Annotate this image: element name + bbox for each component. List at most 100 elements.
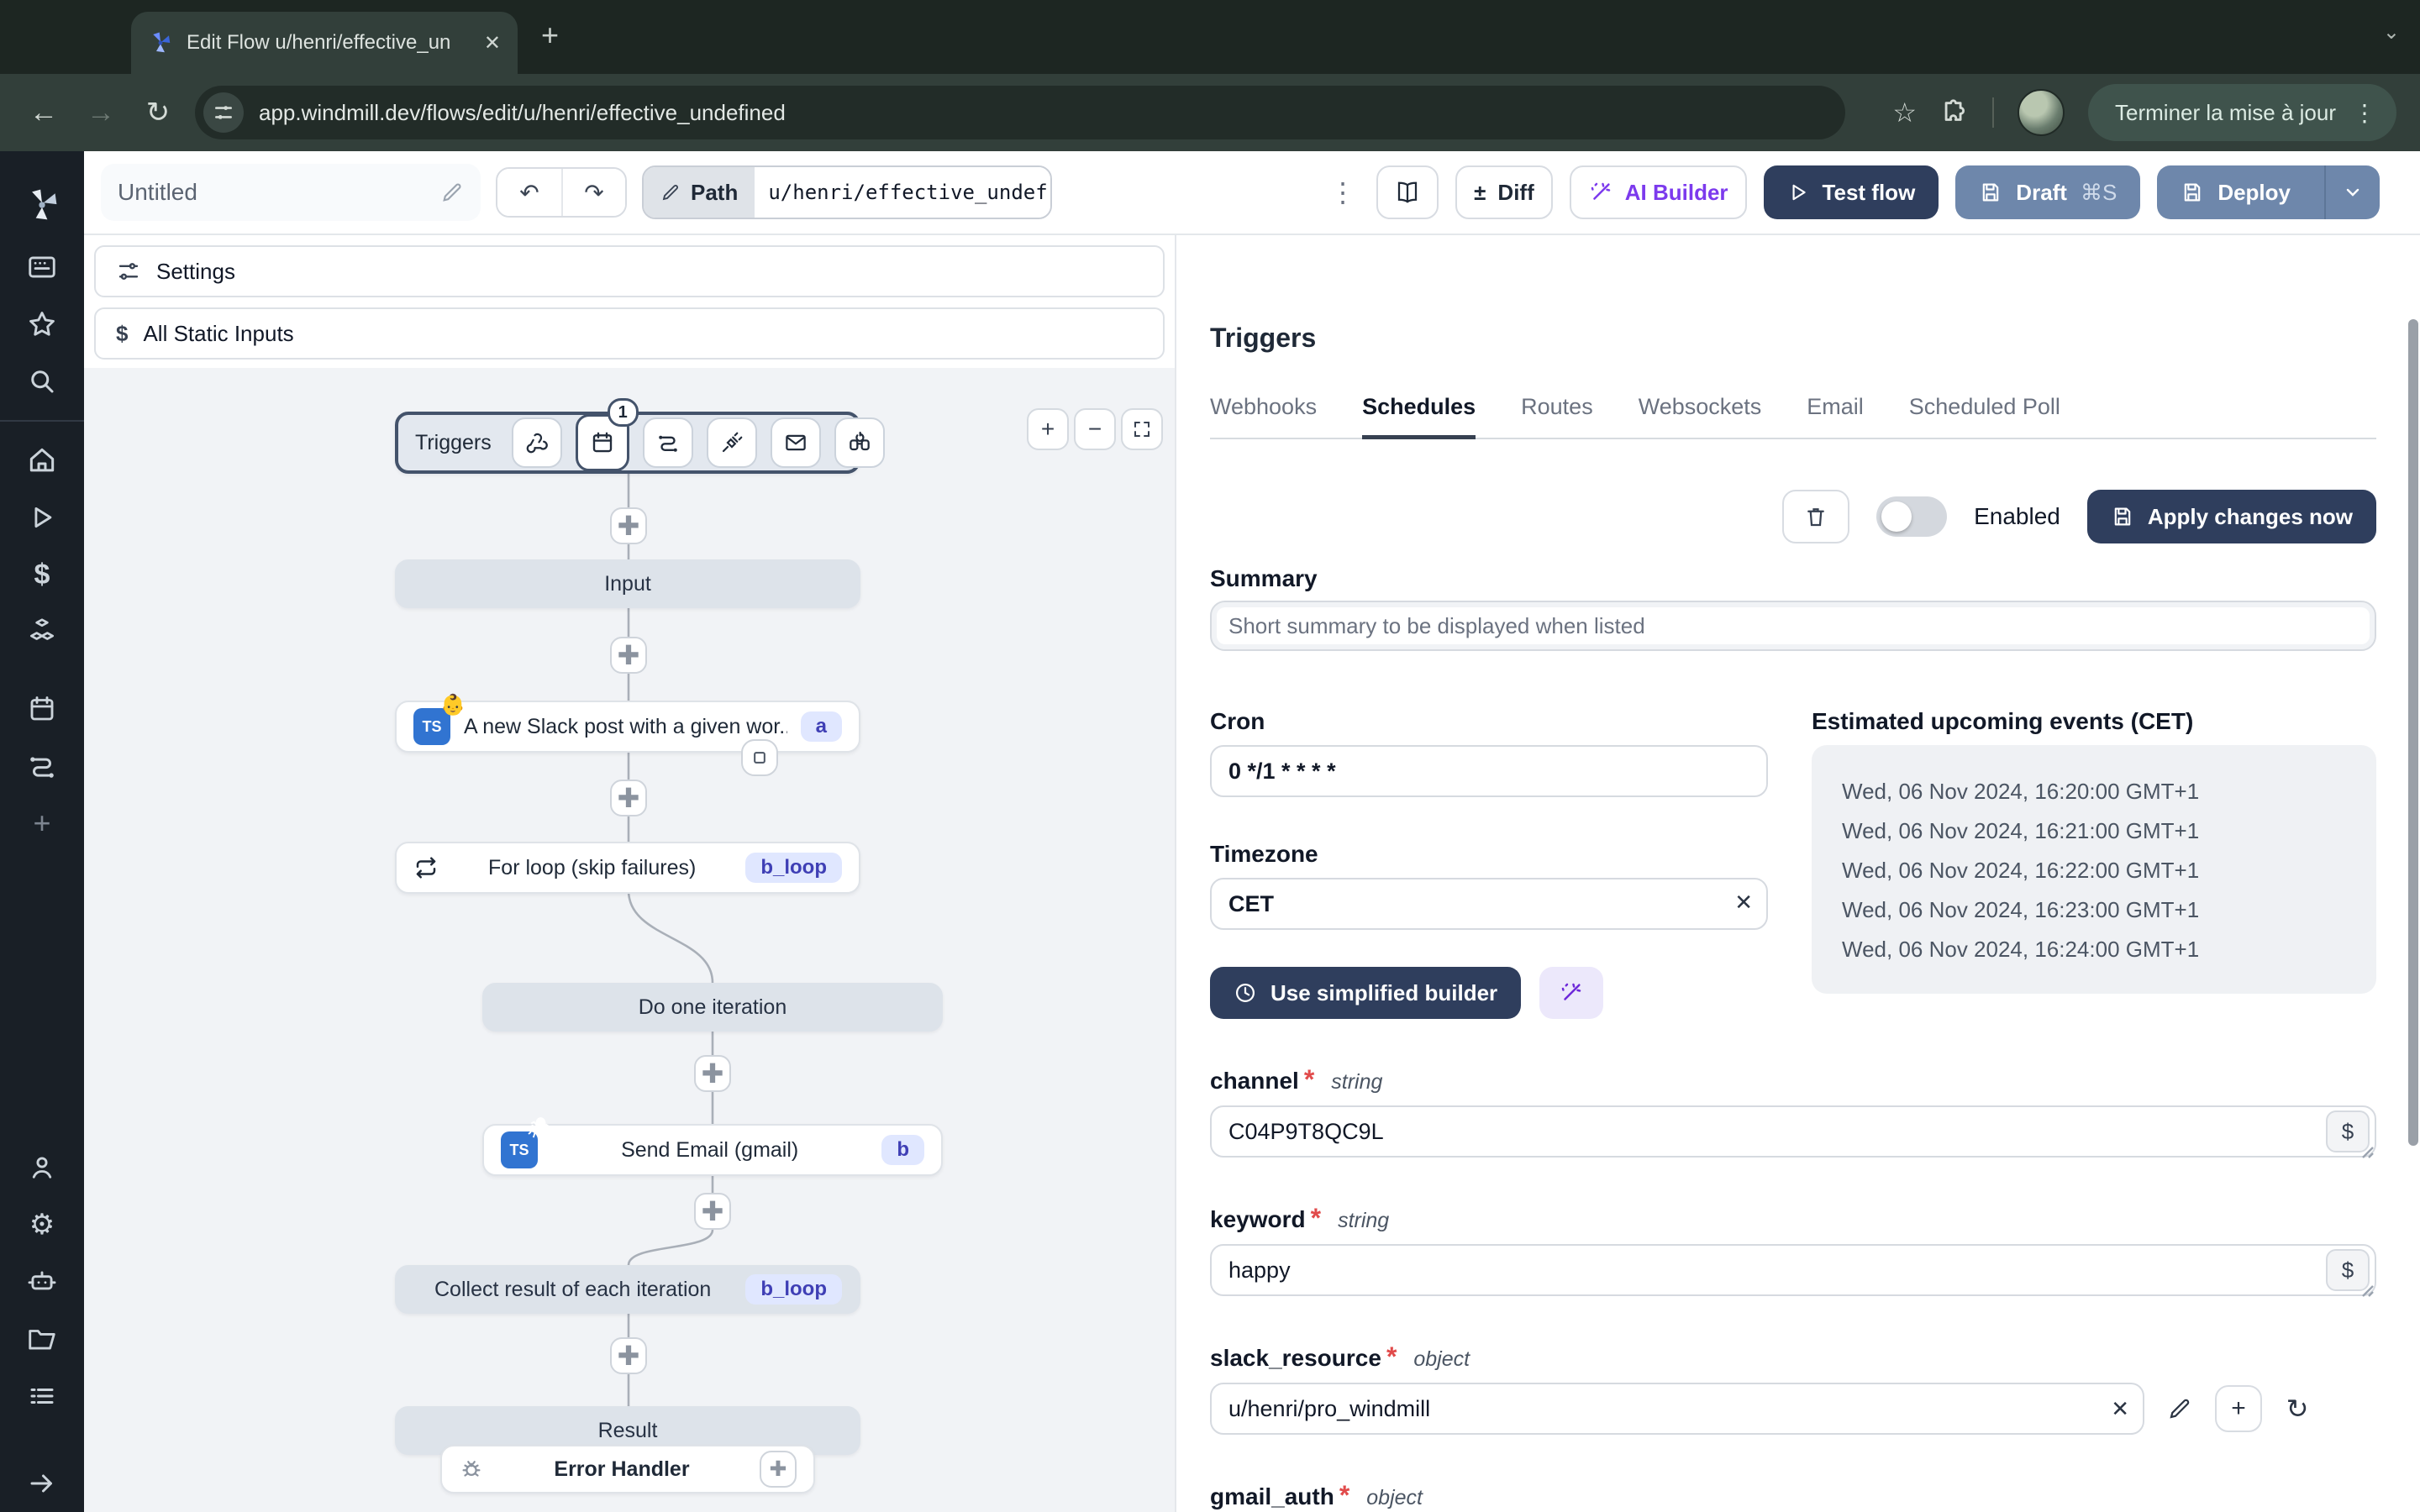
schedules-icon[interactable] [0,680,84,738]
apps-icon[interactable] [0,239,84,296]
add-resource-button[interactable]: + [2215,1385,2262,1432]
finish-update-button[interactable]: Terminer la mise à jour ⋮ [2088,84,2396,141]
websocket-trigger-icon[interactable] [706,417,757,468]
zoom-in-button[interactable]: + [1027,408,1069,450]
delete-schedule-button[interactable] [1782,490,1850,543]
settings-gear-icon[interactable]: ⚙ [0,1196,84,1253]
edit-resource-pencil-icon[interactable] [2161,1396,2198,1421]
variables-icon[interactable]: $ [0,546,84,603]
more-options-icon[interactable]: ⋮ [1326,176,1360,208]
extensions-icon[interactable] [1940,98,1969,127]
resources-icon[interactable] [0,603,84,660]
flow-settings-row[interactable]: Settings [94,245,1165,297]
simplified-builder-button[interactable]: Use simplified builder [1210,967,1522,1019]
zoom-out-button[interactable]: − [1074,408,1116,450]
flow-canvas[interactable]: + − Triggers 1 ✚ ✚ ✚ ✚ ✚ ✚ Input TS 👶 A … [84,368,1175,1512]
add-step-button[interactable]: ✚ [610,637,647,674]
chrome-menu-icon[interactable]: ⋮ [2353,99,2376,127]
webhook-trigger-icon[interactable] [511,417,562,468]
schedule-trigger-icon[interactable]: 1 [575,398,639,471]
resize-handle[interactable] [2361,1284,2375,1298]
email-step-node[interactable]: TS 🕷 Send Email (gmail) b [482,1117,943,1176]
email-trigger-icon[interactable] [770,417,821,468]
error-handler-node[interactable]: Error Handler ✚ [440,1445,815,1494]
routes-icon[interactable] [0,738,84,795]
home-icon[interactable] [0,432,84,489]
slack-step-node[interactable]: TS 👶 A new Slack post with a given wor..… [395,694,860,753]
tab-search-chevron-icon[interactable]: ⌄ [2383,20,2400,45]
undo-button[interactable]: ↶ [497,169,561,216]
channel-input[interactable] [1210,1105,2376,1158]
add-error-handler-button[interactable]: ✚ [760,1451,797,1488]
path-value[interactable]: u/henri/effective_undef [755,167,1051,218]
favorites-star-icon[interactable] [0,296,84,353]
tab-close-icon[interactable]: ✕ [484,31,501,55]
keyword-input[interactable] [1210,1244,2376,1296]
slack-resource-input[interactable] [1210,1383,2144,1435]
summary-input[interactable] [1210,601,2376,651]
refresh-resource-icon[interactable]: ↻ [2279,1393,2316,1425]
timezone-input[interactable] [1210,878,1768,930]
clear-timezone-icon[interactable]: ✕ [1734,890,1753,916]
enabled-toggle[interactable] [1876,496,1948,537]
docs-book-button[interactable] [1376,165,1439,219]
add-step-button[interactable]: ✚ [694,1193,731,1230]
path-control[interactable]: Path u/henri/effective_undef [642,165,1053,219]
tab-email[interactable]: Email [1807,394,1864,438]
tab-title: Edit Flow u/henri/effective_un [187,31,451,54]
forward-icon[interactable]: → [81,97,121,129]
add-step-button[interactable]: ✚ [610,507,647,544]
tab-scheduled-poll[interactable]: Scheduled Poll [1909,394,2060,438]
clear-resource-icon[interactable]: ✕ [2111,1396,2129,1422]
fit-view-button[interactable] [1121,408,1163,450]
draft-button[interactable]: Draft ⌘S [1955,165,2141,219]
triggers-node[interactable]: Triggers 1 [395,398,885,474]
expand-sidebar-icon[interactable] [0,1455,84,1512]
address-bar[interactable]: app.windmill.dev/flows/edit/u/henri/effe… [195,86,1845,139]
diff-button[interactable]: ± Diff [1455,165,1553,219]
slack-resource-type: object [1413,1347,1470,1371]
browser-tab[interactable]: Edit Flow u/henri/effective_un ✕ [131,12,518,74]
tab-websockets[interactable]: Websockets [1639,394,1762,438]
stop-after-step-button[interactable] [741,739,778,776]
tab-routes[interactable]: Routes [1521,394,1593,438]
workers-icon[interactable] [0,1253,84,1310]
new-tab-button[interactable]: + [541,20,559,50]
iteration-node[interactable]: Do one iteration [482,983,943,1032]
ai-cron-button[interactable] [1539,967,1604,1019]
deploy-button[interactable]: Deploy [2157,165,2380,219]
windmill-logo[interactable] [0,171,84,239]
profile-avatar[interactable] [2018,89,2065,136]
search-icon[interactable] [0,353,84,410]
folders-icon[interactable] [0,1310,84,1368]
user-icon[interactable] [0,1139,84,1196]
logs-list-icon[interactable] [0,1368,84,1425]
back-icon[interactable]: ← [24,97,64,129]
deploy-dropdown-chevron[interactable] [2324,165,2380,219]
redo-button[interactable]: ↷ [561,169,625,216]
route-trigger-icon[interactable] [642,417,693,468]
add-step-button[interactable]: ✚ [610,780,647,816]
flow-name-field[interactable]: Untitled [101,164,481,221]
input-node[interactable]: Input [395,559,860,608]
site-settings-icon[interactable] [203,92,244,133]
add-nav-icon[interactable]: + [0,795,84,852]
add-step-button[interactable]: ✚ [694,1055,731,1092]
ai-builder-button[interactable]: AI Builder [1569,165,1747,219]
runs-icon[interactable] [0,489,84,546]
scheduled-poll-trigger-icon[interactable] [834,417,885,468]
edit-name-pencil-icon[interactable] [440,181,464,204]
tab-webhooks[interactable]: Webhooks [1210,394,1317,438]
resize-handle[interactable] [2361,1146,2375,1159]
bookmark-star-icon[interactable]: ☆ [1892,97,1917,129]
add-step-button[interactable]: ✚ [610,1337,647,1374]
panel-scrollbar[interactable] [2408,319,2418,1146]
forloop-node[interactable]: For loop (skip failures) b_loop [395,842,860,894]
reload-icon[interactable]: ↻ [138,96,178,129]
apply-changes-button[interactable]: Apply changes now [2086,490,2376,543]
tab-schedules[interactable]: Schedules [1362,394,1476,439]
static-inputs-row[interactable]: $ All Static Inputs [94,307,1165,360]
cron-input[interactable] [1210,745,1768,797]
test-flow-button[interactable]: Test flow [1763,165,1939,219]
collect-node[interactable]: Collect result of each iteration b_loop [395,1265,860,1314]
